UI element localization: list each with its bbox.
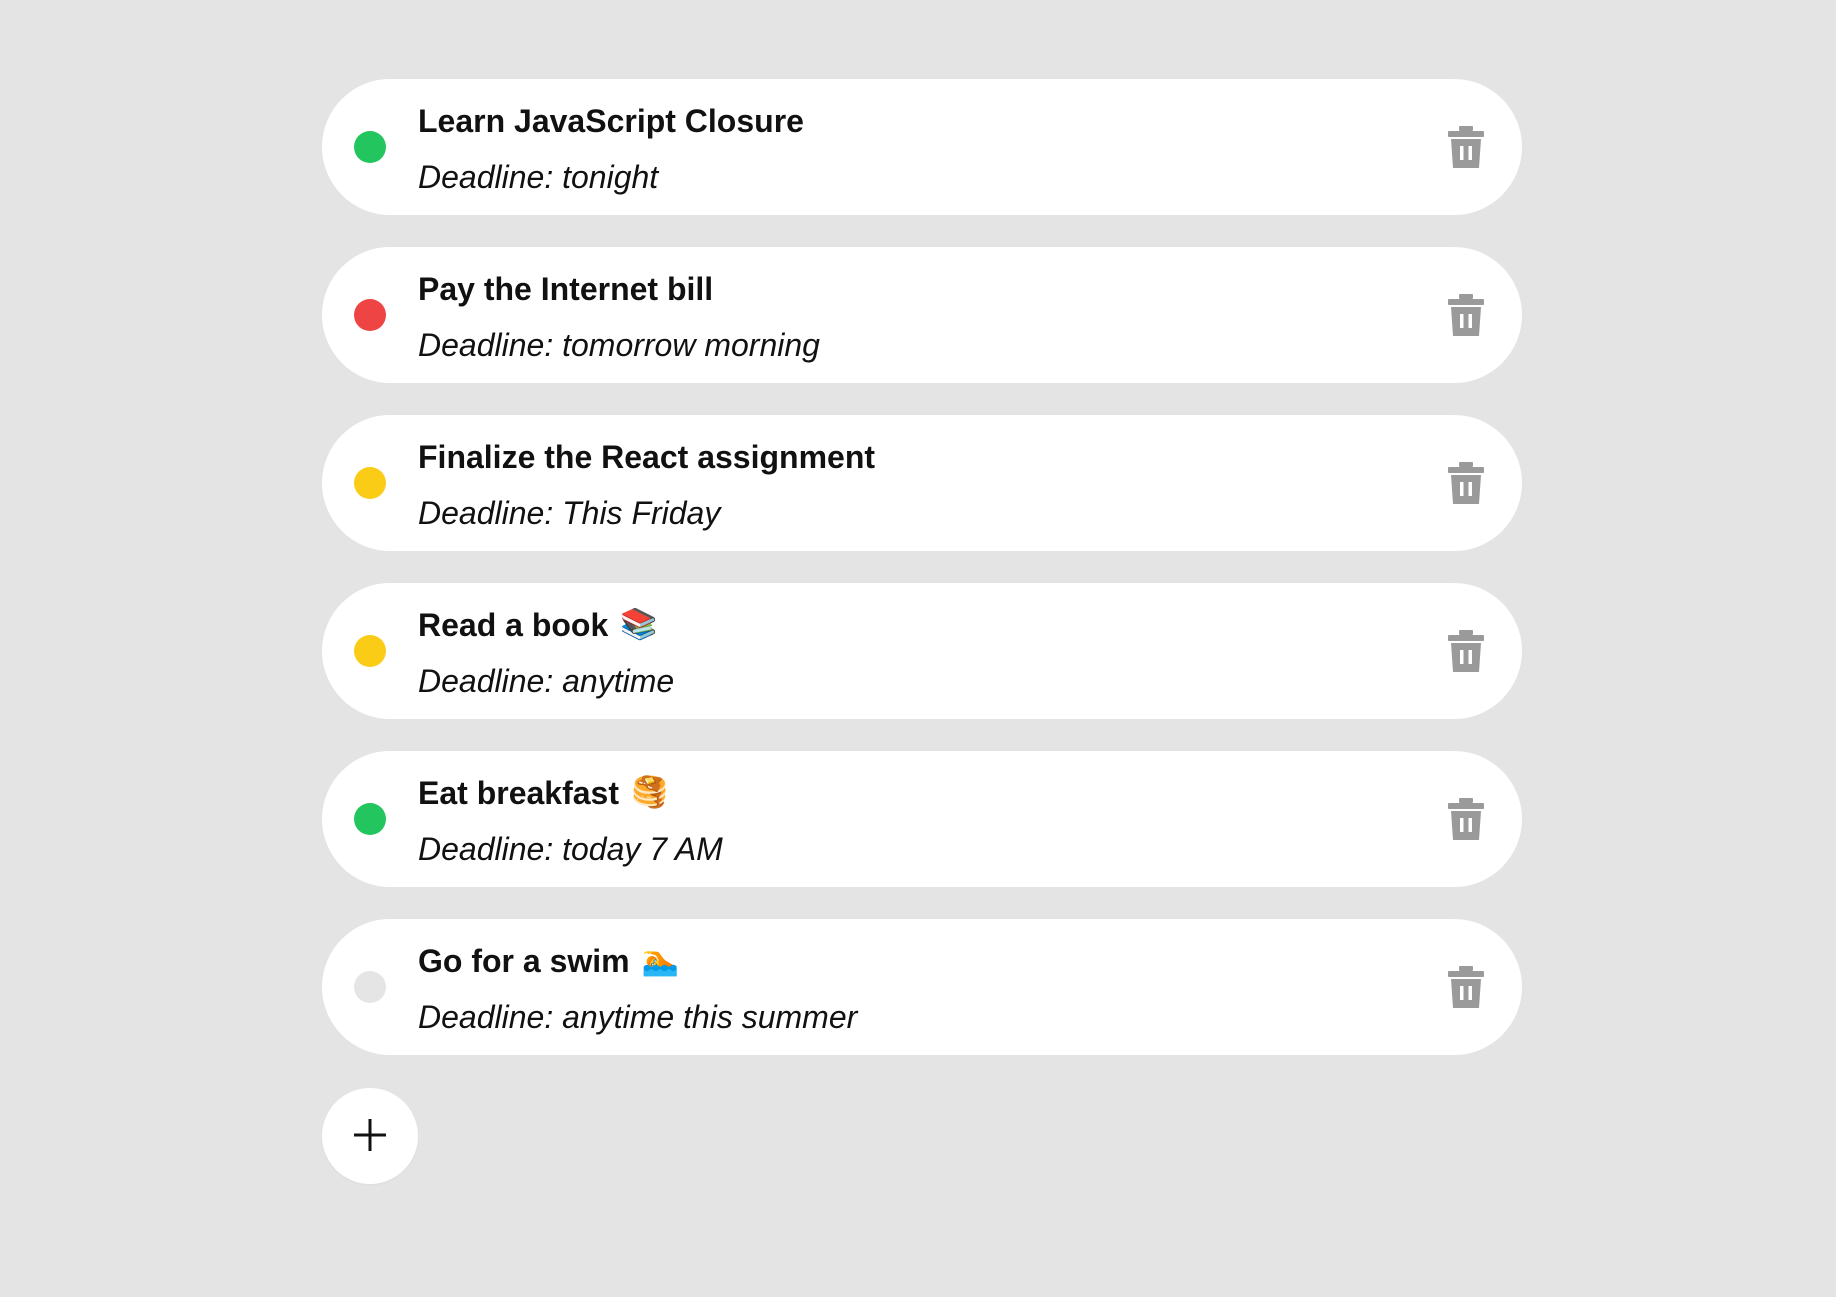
- status-indicator[interactable]: [354, 131, 386, 163]
- todo-list: Learn JavaScript Closure Deadline: tonig…: [322, 79, 1522, 1087]
- todo-text: Read a book 📚 Deadline: anytime: [418, 605, 1372, 701]
- trash-icon: [1446, 125, 1486, 169]
- delete-button[interactable]: [1438, 287, 1494, 343]
- todo-deadline: Deadline: anytime this summer: [418, 999, 858, 1035]
- todo-item: Pay the Internet bill Deadline: tomorrow…: [322, 247, 1522, 383]
- status-indicator[interactable]: [354, 299, 386, 331]
- todo-text: Pay the Internet bill Deadline: tomorrow…: [418, 269, 1372, 365]
- todo-deadline: Deadline: This Friday: [418, 495, 721, 531]
- todo-title-text: Learn JavaScript Closure: [418, 103, 804, 139]
- books-emoji: 📚: [620, 608, 658, 641]
- todo-title: Learn JavaScript Closure: [418, 101, 1372, 141]
- todo-title-text: Pay the Internet bill: [418, 271, 714, 307]
- trash-icon: [1446, 797, 1486, 841]
- todo-item: Go for a swim 🏊 Deadline: anytime this su…: [322, 919, 1522, 1055]
- todo-deadline: Deadline: today 7 AM: [418, 831, 723, 867]
- delete-button[interactable]: [1438, 119, 1494, 175]
- todo-deadline: Deadline: tomorrow morning: [418, 327, 820, 363]
- todo-title: Eat breakfast 🥞: [418, 773, 1372, 813]
- trash-icon: [1446, 629, 1486, 673]
- todo-item: Learn JavaScript Closure Deadline: tonig…: [322, 79, 1522, 215]
- todo-deadline: Deadline: anytime: [418, 663, 675, 699]
- trash-icon: [1446, 965, 1486, 1009]
- todo-title-text: Read a book: [418, 607, 609, 643]
- todo-title-text: Eat breakfast: [418, 775, 619, 811]
- delete-button[interactable]: [1438, 959, 1494, 1015]
- todo-title: Pay the Internet bill: [418, 269, 1372, 309]
- add-todo-button[interactable]: [322, 1088, 418, 1184]
- delete-button[interactable]: [1438, 623, 1494, 679]
- status-indicator[interactable]: [354, 971, 386, 1003]
- todo-text: Go for a swim 🏊 Deadline: anytime this su…: [418, 941, 1372, 1037]
- todo-text: Learn JavaScript Closure Deadline: tonig…: [418, 101, 1372, 197]
- swimmer-emoji: 🏊: [641, 944, 679, 977]
- trash-icon: [1446, 293, 1486, 337]
- todo-text: Eat breakfast 🥞 Deadline: today 7 AM: [418, 773, 1372, 869]
- todo-item: Eat breakfast 🥞 Deadline: today 7 AM: [322, 751, 1522, 887]
- todo-item: Finalize the React assignment Deadline: …: [322, 415, 1522, 551]
- todo-title-text: Go for a swim: [418, 943, 630, 979]
- status-indicator[interactable]: [354, 635, 386, 667]
- todo-item: Read a book 📚 Deadline: anytime: [322, 583, 1522, 719]
- trash-icon: [1446, 461, 1486, 505]
- pancakes-emoji: 🥞: [630, 776, 669, 809]
- status-indicator[interactable]: [354, 467, 386, 499]
- todo-title-text: Finalize the React assignment: [418, 439, 876, 475]
- delete-button[interactable]: [1438, 791, 1494, 847]
- todo-title: Read a book 📚: [418, 605, 1372, 645]
- todo-text: Finalize the React assignment Deadline: …: [418, 437, 1372, 533]
- delete-button[interactable]: [1438, 455, 1494, 511]
- status-indicator[interactable]: [354, 803, 386, 835]
- plus-icon: [352, 1117, 388, 1156]
- todo-title: Finalize the React assignment: [418, 437, 1372, 477]
- todo-title: Go for a swim 🏊: [418, 941, 1372, 981]
- todo-deadline: Deadline: tonight: [418, 159, 659, 195]
